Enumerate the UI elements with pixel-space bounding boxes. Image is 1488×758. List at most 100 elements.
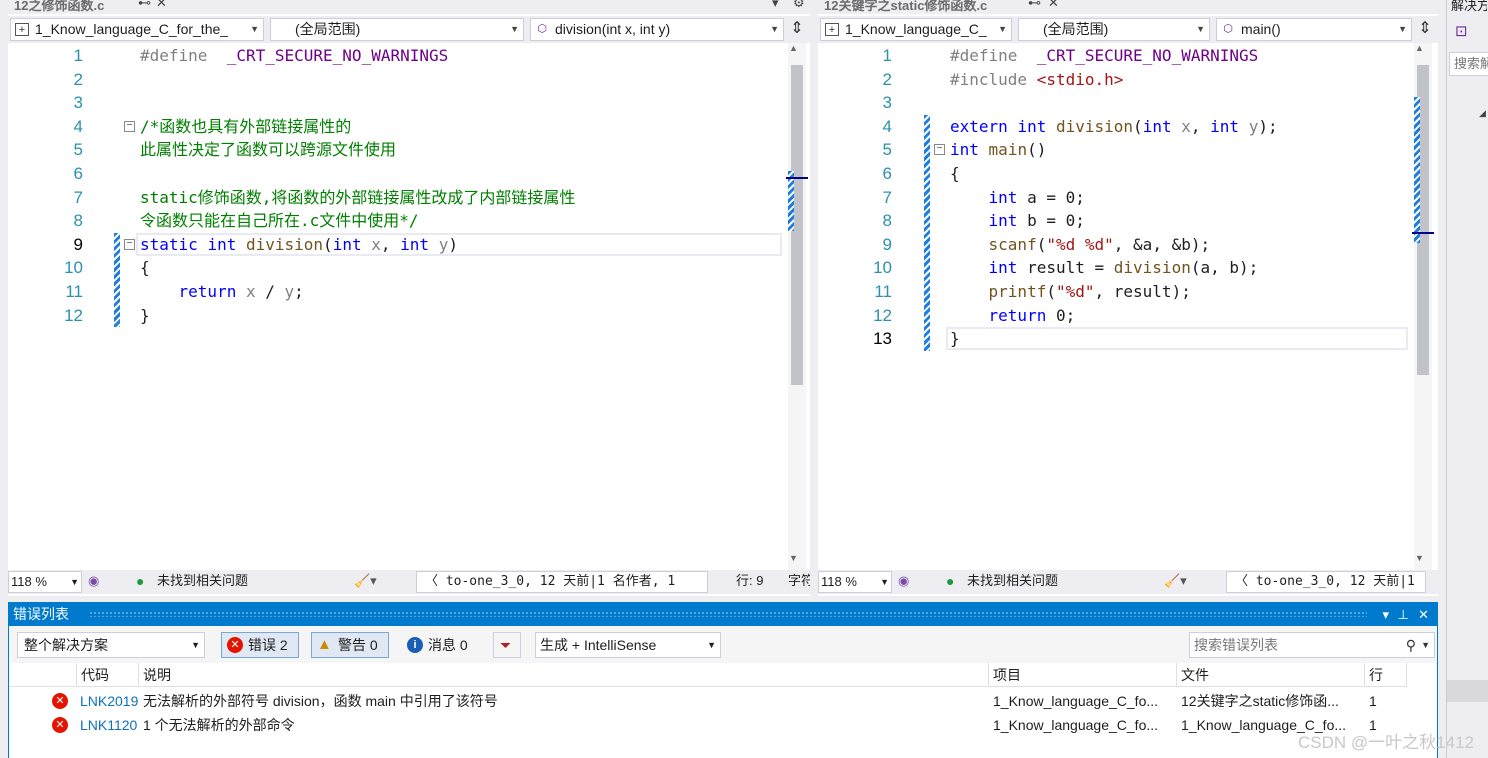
error-table: 代码 说明 项目 文件 行 ✕ LNK2019 无法解析的外部符号 division…	[9, 663, 1437, 758]
tab-dropdown-icon[interactable]: ▾	[772, 0, 779, 11]
project-dropdown[interactable]: + 1_Know_language_C_ ▼	[820, 18, 1012, 41]
collapse-region-icon[interactable]: −	[124, 120, 135, 132]
solution-toolbar-icon[interactable]: ⊡	[1455, 22, 1468, 40]
left-tab-title[interactable]: 12之修饰函数.c	[14, 0, 104, 14]
issues-status[interactable]: 未找到相关问题	[967, 571, 1058, 593]
scope-dropdown[interactable]: (全局范围) ▼	[270, 18, 524, 41]
code-line[interactable]: #include <stdio.h>	[950, 68, 1123, 92]
line-number: 6	[73, 164, 83, 183]
code-line[interactable]: extern int division(int x, int y);	[950, 115, 1278, 139]
watermark: CSDN @一叶之秋1412	[1298, 733, 1474, 752]
pin-icon[interactable]: ⊥	[1398, 603, 1409, 626]
code-line[interactable]: }	[950, 327, 960, 351]
line-number: 13	[873, 329, 892, 349]
messages-filter-button[interactable]: i 消息 0	[401, 632, 479, 658]
pin-icon[interactable]: ⊷	[1028, 0, 1041, 11]
scroll-up-icon[interactable]: ▲	[1415, 43, 1424, 53]
code-line[interactable]: #define _CRT_SECURE_NO_WARNINGS	[140, 44, 448, 68]
solution-search-input[interactable]: 搜索解	[1449, 52, 1488, 76]
error-code[interactable]: LNK2019	[80, 689, 140, 713]
column-header-file[interactable]: 文件	[1177, 663, 1365, 687]
collapse-region-icon[interactable]: −	[124, 238, 135, 250]
dropdown-icon[interactable]: ▾	[1382, 603, 1389, 626]
column-header-project[interactable]: 项目	[989, 663, 1177, 687]
right-vertical-scrollbar[interactable]: ▲ ▼	[1412, 43, 1434, 570]
right-code-editor[interactable]: 1 #define _CRT_SECURE_NO_WARNINGS 2 #includ…	[818, 43, 1414, 570]
column-header-line[interactable]: 行	[1365, 663, 1407, 687]
solution-scroll-area[interactable]	[1447, 680, 1488, 702]
code-line[interactable]: 令函数只能在自己所在.c文件中使用*/	[140, 209, 419, 233]
code-line[interactable]: scanf("%d %d", &a, &b);	[950, 233, 1211, 257]
scroll-up-icon[interactable]: ▲	[789, 43, 798, 53]
scope-dropdown-label: (全局范围)	[295, 21, 361, 37]
code-line[interactable]: {	[140, 256, 150, 280]
scope-dropdown-label: (全局范围)	[1043, 21, 1109, 37]
code-line[interactable]: printf("%d", result);	[950, 280, 1191, 304]
project-dropdown[interactable]: + 1_Know_language_C_for_the_ ▼	[10, 18, 264, 41]
error-description: 无法解析的外部符号 division，函数 main 中引用了该符号	[143, 693, 498, 709]
code-line[interactable]: static修饰函数,将函数的外部链接属性改成了内部链接属性	[140, 186, 575, 210]
error-search-input[interactable]: 搜索错误列表 ⚲ ▼	[1189, 632, 1435, 658]
column-header-description[interactable]: 说明	[139, 663, 989, 687]
line-number: 4	[882, 116, 892, 136]
code-line[interactable]: static int division(int x, int y)	[140, 233, 458, 257]
right-navigation-bar: + 1_Know_language_C_ ▼ (全局范围) ▼ ⬡ main()…	[818, 16, 1438, 43]
scope-select[interactable]: 整个解决方案 ▼	[17, 632, 205, 658]
intellicode-icon[interactable]: ◉	[898, 571, 909, 593]
code-line[interactable]: /*函数也具有外部链接属性的	[140, 115, 351, 139]
close-icon[interactable]: ✕	[156, 0, 167, 11]
cleanup-brush-icon[interactable]: 🧹▾	[354, 571, 377, 593]
issues-status[interactable]: 未找到相关问题	[157, 571, 248, 593]
code-line[interactable]: 此属性决定了函数可以跨源文件使用	[140, 138, 396, 162]
error-file: 12关键字之static修饰函...	[1181, 693, 1339, 709]
build-filter-select[interactable]: 生成 + IntelliSense ▼	[535, 632, 721, 658]
settings-icon[interactable]: ⚙	[793, 0, 805, 11]
scroll-down-icon[interactable]: ▼	[1415, 553, 1424, 563]
split-view-icon[interactable]: ⇕	[786, 18, 808, 41]
right-tab[interactable]: 12关键字之static修饰函数.c ⊷ ✕	[818, 0, 1438, 14]
left-code-editor[interactable]: 1 #define _CRT_SECURE_NO_WARNINGS 2 3 4 /*函数也…	[8, 43, 790, 570]
right-tab-title[interactable]: 12关键字之static修饰函数.c	[824, 0, 987, 14]
zoom-dropdown[interactable]: 118 % ▼	[8, 571, 82, 593]
close-icon[interactable]: ✕	[1418, 603, 1429, 626]
code-line[interactable]: #define _CRT_SECURE_NO_WARNINGS	[950, 44, 1258, 68]
line-number: 4	[73, 116, 83, 136]
collapse-icon[interactable]: ◢	[1479, 108, 1486, 119]
intellicode-icon[interactable]: ◉	[88, 571, 99, 593]
code-line[interactable]: }	[140, 304, 150, 328]
zoom-dropdown[interactable]: 118 % ▼	[818, 571, 892, 593]
cursor-position: 行: 9	[736, 573, 764, 588]
git-blame-info[interactable]: 〈 to-one_3_0, 12 天前|1	[1226, 571, 1426, 593]
error-code[interactable]: LNK1120	[80, 713, 140, 737]
cleanup-brush-icon[interactable]: 🧹▾	[1164, 571, 1187, 593]
filter-button[interactable]: ⏷	[493, 632, 521, 658]
scope-dropdown[interactable]: (全局范围) ▼	[1018, 18, 1210, 41]
close-icon[interactable]: ✕	[1048, 0, 1059, 11]
collapse-region-icon[interactable]: −	[934, 144, 945, 156]
member-dropdown[interactable]: ⬡ main() ▼	[1216, 18, 1412, 41]
code-line[interactable]: return 0;	[950, 304, 1076, 328]
code-line[interactable]: int result = division(a, b);	[950, 256, 1259, 280]
code-line[interactable]: int a = 0;	[950, 186, 1085, 210]
git-blame-info[interactable]: 〈 to-one_3_0, 12 天前|1 名作者, 1	[416, 571, 708, 593]
encoding-indicator[interactable]: 字符	[788, 571, 810, 593]
column-header-code[interactable]: 代码	[77, 663, 139, 687]
code-line[interactable]: int b = 0;	[950, 209, 1085, 233]
search-icon[interactable]: ⚲	[1406, 633, 1416, 657]
chevron-down-icon[interactable]: ▼	[1421, 633, 1430, 657]
left-vertical-scrollbar[interactable]: ▲ ▼	[786, 43, 808, 570]
code-line[interactable]: int main()	[950, 138, 1046, 162]
solution-explorer-title[interactable]: 解决方	[1451, 0, 1487, 14]
column-header-icon[interactable]	[9, 663, 77, 687]
warnings-filter-button[interactable]: ▲ 警告 0	[311, 632, 389, 658]
pin-icon[interactable]: ⊷	[138, 0, 151, 11]
code-line[interactable]: return x / y;	[140, 280, 304, 304]
line-number: 11	[65, 282, 83, 301]
scroll-down-icon[interactable]: ▼	[789, 553, 798, 563]
member-dropdown[interactable]: ⬡ division(int x, int y) ▼	[530, 18, 784, 41]
left-tab[interactable]: 12之修饰函数.c ⊷ ✕ ▾ ⚙	[8, 0, 810, 14]
code-line[interactable]: {	[950, 162, 960, 186]
caret-marker	[1412, 232, 1434, 234]
split-view-icon[interactable]: ⇕	[1414, 18, 1436, 41]
errors-filter-button[interactable]: ✕ 错误 2	[221, 632, 299, 658]
